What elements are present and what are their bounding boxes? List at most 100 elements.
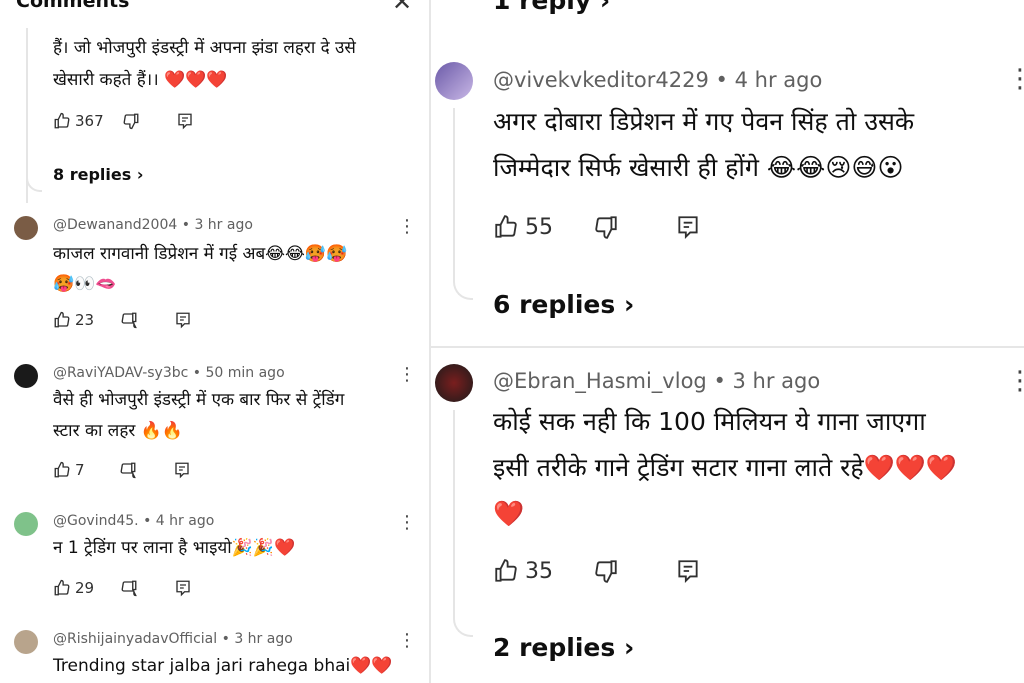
avatar[interactable] — [435, 62, 473, 100]
comment-time: 3 hr ago — [194, 217, 253, 233]
comment-actions: 7 — [53, 461, 191, 479]
dislike-button[interactable] — [120, 579, 138, 597]
avatar[interactable] — [14, 364, 38, 388]
like-button[interactable] — [53, 461, 71, 479]
thumbs-down-icon — [123, 113, 139, 130]
reply-button[interactable] — [675, 558, 701, 584]
panel-separator — [431, 346, 1024, 348]
comment-meta: @Dewanand2004 • 3 hr ago — [53, 217, 253, 233]
meta-separator: • — [192, 365, 202, 381]
reply-button[interactable] — [675, 214, 701, 240]
thumbs-up-icon — [495, 215, 517, 238]
dislike-button[interactable] — [120, 311, 138, 329]
like-button[interactable] — [53, 112, 71, 130]
like-count: 29 — [75, 579, 95, 597]
comment-actions: 55 — [493, 214, 701, 240]
thumbs-up-icon — [54, 112, 70, 129]
view-replies-button[interactable]: 8 replies › — [53, 165, 143, 184]
thread-line-curve — [453, 108, 473, 300]
comment-meta: @RaviYADAV-sy3bc • 50 min ago — [53, 365, 285, 381]
thread-line-curve — [26, 150, 42, 192]
reply-button[interactable] — [174, 579, 192, 597]
view-replies-button[interactable]: 6 replies › — [493, 290, 634, 319]
like-button[interactable] — [493, 558, 519, 584]
view-replies-button[interactable]: 1 reply › — [493, 0, 610, 15]
comment-meta: @Ebran_Hasmi_vlog • 3 hr ago — [493, 369, 820, 393]
comment-author[interactable]: @vivekvkeditor4229 — [493, 68, 709, 92]
comment-meta: @RishijainyadavOfficial • 3 hr ago — [53, 631, 293, 647]
reply-button[interactable] — [173, 461, 191, 479]
comment-meta: @vivekvkeditor4229 • 4 hr ago — [493, 68, 822, 92]
chevron-right-icon: › — [599, 0, 611, 15]
like-button[interactable] — [53, 579, 71, 597]
thumbs-down-icon — [120, 462, 136, 479]
like-button[interactable] — [493, 214, 519, 240]
thumbs-up-icon — [54, 579, 70, 596]
comment-text-line: वैसे ही भोजपुरी इंडस्ट्री में एक बार फिर… — [53, 390, 345, 410]
reply-button[interactable] — [176, 112, 194, 130]
dislike-button[interactable] — [119, 461, 137, 479]
comment-actions: 29 — [53, 579, 192, 597]
like-count: 23 — [75, 311, 95, 329]
comment-meta: @Govind45. • 4 hr ago — [53, 513, 214, 529]
dislike-button[interactable] — [122, 112, 140, 130]
comment-text-line: ❤️ — [493, 499, 525, 528]
avatar[interactable] — [14, 630, 38, 654]
thumbs-down-icon — [121, 580, 137, 597]
comment-text-line: काजल रागवानी डिप्रेशन में गई अब😂😂🥵🥵 — [53, 244, 348, 264]
thumbs-up-icon — [54, 311, 70, 328]
comment-time: 50 min ago — [205, 365, 285, 381]
like-button[interactable] — [53, 311, 71, 329]
comment-text-line: अगर दोबारा डिप्रेशन में गए पेवन सिंह तो … — [493, 107, 915, 136]
comment-text-line: इसी तरीके गाने ट्रेडिंग सटार गाना लाते र… — [493, 453, 958, 482]
dislike-button[interactable] — [593, 214, 619, 240]
avatar[interactable] — [435, 364, 473, 402]
comment-author[interactable]: @Govind45. — [53, 513, 139, 529]
thumbs-down-icon — [595, 216, 617, 239]
more-vert-icon[interactable]: ⋮ — [398, 218, 416, 236]
comment-text-line: स्टार का लहर 🔥🔥 — [53, 421, 184, 441]
more-vert-icon[interactable]: ⋮ — [1007, 66, 1024, 92]
view-replies-button[interactable]: 2 replies › — [493, 633, 634, 662]
like-count: 55 — [525, 214, 553, 240]
comment-time: 3 hr ago — [732, 369, 821, 393]
more-vert-icon[interactable]: ⋮ — [1007, 368, 1024, 394]
reply-icon — [176, 580, 190, 597]
more-vert-icon[interactable]: ⋮ — [398, 514, 416, 532]
dislike-button[interactable] — [593, 558, 619, 584]
reply-icon — [678, 216, 698, 239]
comment-author[interactable]: @Dewanand2004 — [53, 217, 177, 233]
thumbs-up-icon — [54, 461, 70, 478]
avatar[interactable] — [14, 512, 38, 536]
replies-label: 6 replies — [493, 290, 616, 319]
chevron-right-icon: › — [136, 165, 144, 184]
comment-actions: 23 — [53, 311, 192, 329]
comment-author[interactable]: @RishijainyadavOfficial — [53, 631, 217, 647]
close-icon[interactable]: ✕ — [392, 0, 412, 16]
comment-author[interactable]: @RaviYADAV-sy3bc — [53, 365, 188, 381]
comment-actions: 35 — [493, 558, 701, 584]
comment-text-line: हैं। जो भोजपुरी इंडस्ट्री में अपना झंडा … — [53, 38, 356, 58]
meta-separator: • — [713, 369, 726, 393]
comment-text-line: जिम्मेदार सिर्फ खेसारी ही होंगे 😂😂😢😅😮 — [493, 153, 904, 182]
meta-separator: • — [221, 631, 230, 647]
avatar[interactable] — [14, 216, 38, 240]
comment-time: 4 hr ago — [155, 513, 215, 529]
left-comments-panel: Comments ✕ हैं। जो भोजपुरी इंडस्ट्री में… — [0, 0, 429, 683]
comment-text-line: न 1 ट्रेडिंग पर लाना है भाइयो🎉🎉❤️ — [53, 538, 296, 558]
like-count: 367 — [75, 112, 104, 130]
thumbs-down-icon — [595, 560, 617, 583]
comments-header-title: Comments — [16, 0, 130, 12]
more-vert-icon[interactable]: ⋮ — [398, 632, 416, 650]
comment-author[interactable]: @Ebran_Hasmi_vlog — [493, 369, 707, 393]
comment-actions: 367 — [53, 112, 194, 130]
more-vert-icon[interactable]: ⋮ — [398, 366, 416, 384]
reply-icon — [174, 462, 189, 479]
thumbs-up-icon — [495, 559, 517, 582]
comment-text-line: 🥵👀🫦 — [53, 274, 117, 294]
chevron-right-icon: › — [623, 633, 635, 662]
meta-separator: • — [715, 68, 728, 92]
reply-button[interactable] — [174, 311, 192, 329]
like-count: 35 — [525, 558, 553, 584]
comment-text-line: कोई सक नही कि 100 मिलियन ये गाना जाएगा — [493, 407, 926, 436]
